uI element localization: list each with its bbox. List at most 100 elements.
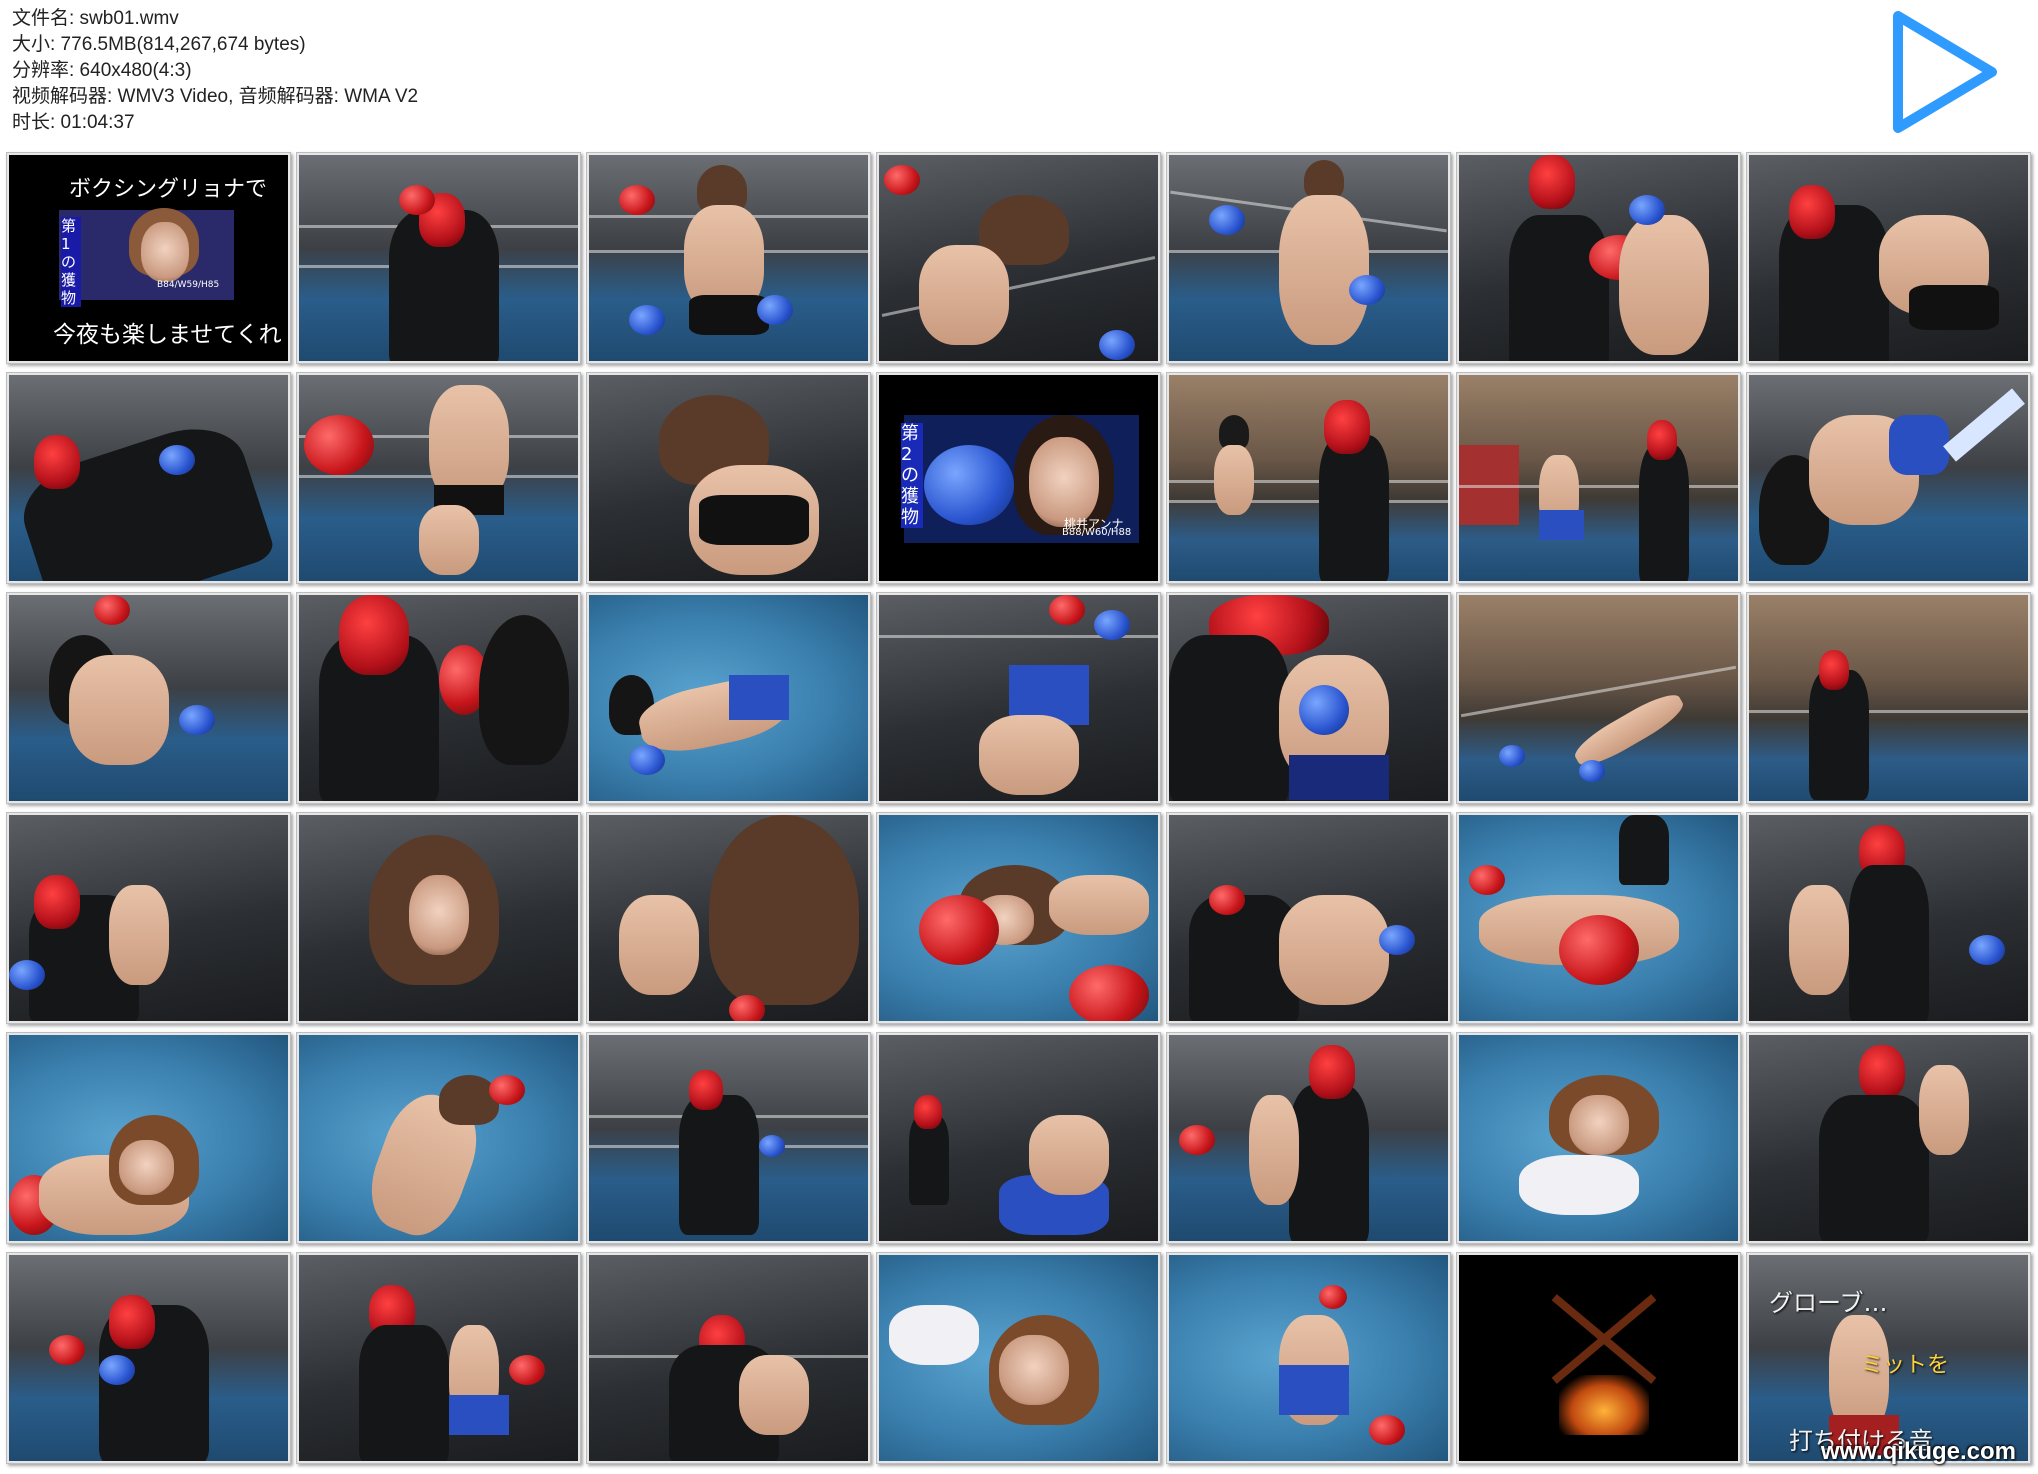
thumbnail[interactable] bbox=[876, 152, 1161, 364]
frame-image bbox=[9, 1255, 288, 1461]
thumbnail[interactable] bbox=[6, 1032, 291, 1244]
thumbnail[interactable] bbox=[6, 592, 291, 804]
thumbnail[interactable] bbox=[586, 372, 871, 584]
frame-image bbox=[1169, 155, 1448, 361]
watermark-text: www.qikuge.com bbox=[1820, 1438, 2016, 1465]
thumbnail[interactable] bbox=[876, 1032, 1161, 1244]
portrait-panel: B84/W59/H85 bbox=[59, 208, 234, 300]
file-name-line: 文件名: swb01.wmv bbox=[12, 8, 179, 29]
thumbnail[interactable]: グローブ… ミットを 打ち付ける音 bbox=[1746, 1252, 2031, 1464]
thumbnail[interactable] bbox=[1746, 592, 2031, 804]
frame-image bbox=[1169, 1035, 1448, 1241]
frame-image bbox=[589, 375, 868, 581]
frame-image bbox=[1459, 1035, 1738, 1241]
thumbnail[interactable] bbox=[296, 592, 581, 804]
title-card-caption: 今夜も楽しませてくれ bbox=[53, 322, 282, 348]
frame-image bbox=[879, 815, 1158, 1021]
duration-line: 时长: 01:04:37 bbox=[12, 112, 135, 133]
thumbnail[interactable] bbox=[876, 1252, 1161, 1464]
file-size-line: 大小: 776.5MB(814,267,674 bytes) bbox=[12, 34, 306, 55]
thumbnail[interactable]: ボクシングリョナで B84/W59/H85 第1の獲物 今夜も楽しませてくれ bbox=[6, 152, 291, 364]
codec-line: 视频解码器: WMV3 Video, 音频解码器: WMA V2 bbox=[12, 86, 419, 107]
title-card-2-vertical: 第2の獲物 bbox=[901, 423, 923, 528]
file-info-panel: 文件名: swb01.wmv 大小: 776.5MB(814,267,674 b… bbox=[12, 6, 418, 136]
thumbnail[interactable] bbox=[1746, 372, 2031, 584]
thumbnail[interactable] bbox=[876, 812, 1161, 1024]
frame-image bbox=[589, 815, 868, 1021]
thumbnail[interactable] bbox=[586, 592, 871, 804]
frame-image bbox=[589, 1035, 868, 1241]
thumbnail[interactable] bbox=[1746, 812, 2031, 1024]
frame-image bbox=[299, 155, 578, 361]
thumbnail[interactable] bbox=[296, 1252, 581, 1464]
last-card-line2: ミットを bbox=[1861, 1353, 1950, 1378]
thumbnail[interactable] bbox=[296, 372, 581, 584]
thumbnail[interactable] bbox=[1166, 592, 1451, 804]
frame-image bbox=[879, 1035, 1158, 1241]
frame-image bbox=[1749, 815, 2028, 1021]
frame-image bbox=[1169, 375, 1448, 581]
title-card-2: 桃井アンナ B88/W60/H88 第2の獲物 bbox=[879, 375, 1158, 581]
thumbnail[interactable] bbox=[586, 1252, 871, 1464]
last-card-line1: グローブ… bbox=[1769, 1289, 1888, 1317]
thumbnail[interactable] bbox=[1166, 1252, 1451, 1464]
title-card-headline: ボクシングリョナで bbox=[69, 177, 268, 202]
frame-image bbox=[1749, 155, 2028, 361]
thumbnail[interactable] bbox=[6, 812, 291, 1024]
frame-image bbox=[879, 595, 1158, 801]
title-card-2-stats: B88/W60/H88 bbox=[1062, 527, 1132, 538]
thumbnail[interactable] bbox=[1166, 152, 1451, 364]
frame-image bbox=[299, 1035, 578, 1241]
play-icon[interactable] bbox=[1886, 6, 2004, 138]
thumbnail[interactable] bbox=[1456, 1032, 1741, 1244]
thumbnail[interactable] bbox=[6, 1252, 291, 1464]
title-card-vertical: 第1の獲物 bbox=[61, 217, 81, 307]
frame-image bbox=[1169, 595, 1448, 801]
thumbnail[interactable] bbox=[1456, 372, 1741, 584]
thumbnail[interactable] bbox=[586, 1032, 871, 1244]
thumbnail[interactable] bbox=[1456, 1252, 1741, 1464]
frame-image bbox=[1169, 1255, 1448, 1461]
thumbnail[interactable] bbox=[1456, 592, 1741, 804]
resolution-line: 分辨率: 640x480(4:3) bbox=[12, 60, 192, 81]
frame-image bbox=[299, 1255, 578, 1461]
title-card-1: ボクシングリョナで B84/W59/H85 第1の獲物 今夜も楽しませてくれ bbox=[9, 155, 288, 361]
thumbnail[interactable] bbox=[1746, 152, 2031, 364]
frame-image bbox=[1459, 155, 1738, 361]
frame-image bbox=[1459, 595, 1738, 801]
thumbnail[interactable] bbox=[1746, 1032, 2031, 1244]
thumbnail[interactable] bbox=[296, 1032, 581, 1244]
frame-image bbox=[1749, 595, 2028, 801]
thumbnail[interactable] bbox=[1166, 1032, 1451, 1244]
thumbnail[interactable] bbox=[296, 812, 581, 1024]
frame-image bbox=[1459, 375, 1738, 581]
frame-image bbox=[589, 1255, 868, 1461]
thumbnail[interactable] bbox=[586, 152, 871, 364]
frame-image bbox=[1749, 1035, 2028, 1241]
thumbnail[interactable] bbox=[1166, 372, 1451, 584]
frame-image bbox=[879, 155, 1158, 361]
thumbnail[interactable] bbox=[586, 812, 871, 1024]
frame-image bbox=[299, 595, 578, 801]
frame-image bbox=[9, 375, 288, 581]
frame-image bbox=[1169, 815, 1448, 1021]
thumbnail[interactable] bbox=[296, 152, 581, 364]
frame-image bbox=[9, 815, 288, 1021]
frame-image bbox=[589, 595, 868, 801]
thumbnail[interactable]: 桃井アンナ B88/W60/H88 第2の獲物 bbox=[876, 372, 1161, 584]
portrait-panel: 桃井アンナ B88/W60/H88 bbox=[904, 415, 1139, 543]
thumbnail[interactable] bbox=[1456, 152, 1741, 364]
frame-image bbox=[1459, 815, 1738, 1021]
frame-image bbox=[9, 595, 288, 801]
frame-image bbox=[9, 1035, 288, 1241]
thumbnail[interactable] bbox=[1166, 812, 1451, 1024]
title-card-stats: B84/W59/H85 bbox=[157, 280, 220, 290]
frame-image bbox=[589, 155, 868, 361]
thumbnail-grid: ボクシングリョナで B84/W59/H85 第1の獲物 今夜も楽しませてくれ 桃… bbox=[6, 152, 2031, 1464]
thumbnail[interactable] bbox=[876, 592, 1161, 804]
thumbnail[interactable] bbox=[1456, 812, 1741, 1024]
frame-image bbox=[299, 815, 578, 1021]
thumbnail[interactable] bbox=[6, 372, 291, 584]
frame-image bbox=[1459, 1255, 1738, 1461]
frame-image bbox=[879, 1255, 1158, 1461]
